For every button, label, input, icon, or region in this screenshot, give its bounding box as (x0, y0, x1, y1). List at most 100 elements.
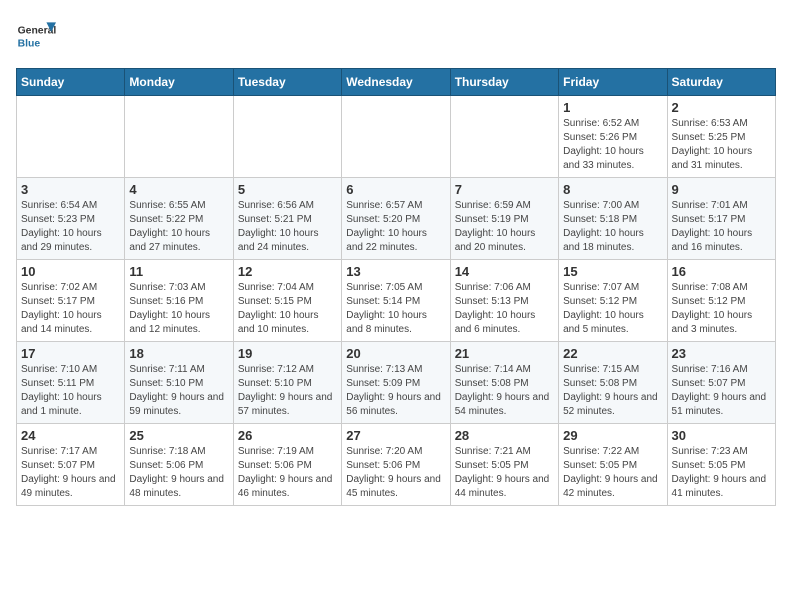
calendar-cell: 26 Sunrise: 7:19 AMSunset: 5:06 PMDayligh… (233, 424, 341, 506)
calendar-cell (450, 96, 558, 178)
day-info: Sunrise: 7:02 AMSunset: 5:17 PMDaylight:… (21, 281, 120, 337)
day-number: 27 (346, 428, 445, 443)
calendar-cell: 25 Sunrise: 7:18 AMSunset: 5:06 PMDayligh… (125, 424, 233, 506)
day-info: Sunrise: 6:55 AMSunset: 5:22 PMDaylight:… (129, 199, 228, 255)
calendar-cell: 5 Sunrise: 6:56 AMSunset: 5:21 PMDaylight… (233, 178, 341, 260)
day-info: Sunrise: 6:57 AMSunset: 5:20 PMDaylight:… (346, 199, 445, 255)
week-row-3: 10 Sunrise: 7:02 AMSunset: 5:17 PMDayligh… (17, 260, 776, 342)
day-info: Sunrise: 7:13 AMSunset: 5:09 PMDaylight:… (346, 363, 445, 419)
calendar-cell: 8 Sunrise: 7:00 AMSunset: 5:18 PMDaylight… (559, 178, 667, 260)
day-info: Sunrise: 7:08 AMSunset: 5:12 PMDaylight:… (672, 281, 771, 337)
logo-icon: General Blue (16, 16, 56, 56)
day-info: Sunrise: 7:18 AMSunset: 5:06 PMDaylight:… (129, 445, 228, 501)
calendar-cell: 13 Sunrise: 7:05 AMSunset: 5:14 PMDayligh… (342, 260, 450, 342)
calendar-cell: 15Sunrise: 7:07 AMSunset: 5:12 PMDayligh… (559, 260, 667, 342)
calendar-cell: 23 Sunrise: 7:16 AMSunset: 5:07 PMDayligh… (667, 342, 775, 424)
day-number: 30 (672, 428, 771, 443)
day-info: Sunrise: 7:06 AMSunset: 5:13 PMDaylight:… (455, 281, 554, 337)
calendar-cell: 17Sunrise: 7:10 AMSunset: 5:11 PMDayligh… (17, 342, 125, 424)
calendar-cell: 11 Sunrise: 7:03 AMSunset: 5:16 PMDayligh… (125, 260, 233, 342)
day-number: 7 (455, 182, 554, 197)
weekday-header-wednesday: Wednesday (342, 69, 450, 96)
calendar-cell: 12 Sunrise: 7:04 AMSunset: 5:15 PMDayligh… (233, 260, 341, 342)
day-number: 13 (346, 264, 445, 279)
day-number: 12 (238, 264, 337, 279)
day-number: 10 (21, 264, 120, 279)
day-number: 14 (455, 264, 554, 279)
logo: General Blue (16, 16, 60, 56)
calendar-cell: 16 Sunrise: 7:08 AMSunset: 5:12 PMDayligh… (667, 260, 775, 342)
day-number: 21 (455, 346, 554, 361)
day-info: Sunrise: 7:12 AMSunset: 5:10 PMDaylight:… (238, 363, 337, 419)
day-info: Sunrise: 7:19 AMSunset: 5:06 PMDaylight:… (238, 445, 337, 501)
calendar-cell: 19 Sunrise: 7:12 AMSunset: 5:10 PMDayligh… (233, 342, 341, 424)
day-number: 2 (672, 100, 771, 115)
day-info: Sunrise: 7:00 AMSunset: 5:18 PMDaylight:… (563, 199, 662, 255)
calendar-cell: 29 Sunrise: 7:22 AMSunset: 5:05 PMDayligh… (559, 424, 667, 506)
day-info: Sunrise: 7:15 AMSunset: 5:08 PMDaylight:… (563, 363, 662, 419)
day-number: 25 (129, 428, 228, 443)
calendar-cell: 28 Sunrise: 7:21 AMSunset: 5:05 PMDayligh… (450, 424, 558, 506)
day-number: 17 (21, 346, 120, 361)
svg-text:Blue: Blue (18, 38, 41, 49)
week-row-1: 1 Sunrise: 6:52 AMSunset: 5:26 PMDaylight… (17, 96, 776, 178)
calendar-cell (125, 96, 233, 178)
day-info: Sunrise: 7:03 AMSunset: 5:16 PMDaylight:… (129, 281, 228, 337)
weekday-header-thursday: Thursday (450, 69, 558, 96)
calendar-cell: 10 Sunrise: 7:02 AMSunset: 5:17 PMDayligh… (17, 260, 125, 342)
calendar-cell: 30 Sunrise: 7:23 AMSunset: 5:05 PMDayligh… (667, 424, 775, 506)
day-number: 3 (21, 182, 120, 197)
day-info: Sunrise: 7:16 AMSunset: 5:07 PMDaylight:… (672, 363, 771, 419)
calendar-cell: 24 Sunrise: 7:17 AMSunset: 5:07 PMDayligh… (17, 424, 125, 506)
day-number: 11 (129, 264, 228, 279)
day-number: 23 (672, 346, 771, 361)
calendar-cell: 27Sunrise: 7:20 AMSunset: 5:06 PMDayligh… (342, 424, 450, 506)
week-row-4: 17Sunrise: 7:10 AMSunset: 5:11 PMDayligh… (17, 342, 776, 424)
calendar-cell: 14 Sunrise: 7:06 AMSunset: 5:13 PMDayligh… (450, 260, 558, 342)
day-number: 28 (455, 428, 554, 443)
day-number: 1 (563, 100, 662, 115)
calendar-cell: 2 Sunrise: 6:53 AMSunset: 5:25 PMDaylight… (667, 96, 775, 178)
weekday-header-friday: Friday (559, 69, 667, 96)
day-info: Sunrise: 6:59 AMSunset: 5:19 PMDaylight:… (455, 199, 554, 255)
weekday-header-row: SundayMondayTuesdayWednesdayThursdayFrid… (17, 69, 776, 96)
calendar-cell: 20Sunrise: 7:13 AMSunset: 5:09 PMDayligh… (342, 342, 450, 424)
calendar-cell: 7 Sunrise: 6:59 AMSunset: 5:19 PMDaylight… (450, 178, 558, 260)
day-info: Sunrise: 6:56 AMSunset: 5:21 PMDaylight:… (238, 199, 337, 255)
day-number: 6 (346, 182, 445, 197)
day-info: Sunrise: 7:23 AMSunset: 5:05 PMDaylight:… (672, 445, 771, 501)
day-info: Sunrise: 6:54 AMSunset: 5:23 PMDaylight:… (21, 199, 120, 255)
day-info: Sunrise: 7:14 AMSunset: 5:08 PMDaylight:… (455, 363, 554, 419)
weekday-header-saturday: Saturday (667, 69, 775, 96)
day-info: Sunrise: 7:17 AMSunset: 5:07 PMDaylight:… (21, 445, 120, 501)
day-info: Sunrise: 7:01 AMSunset: 5:17 PMDaylight:… (672, 199, 771, 255)
calendar-cell: 22Sunrise: 7:15 AMSunset: 5:08 PMDayligh… (559, 342, 667, 424)
calendar-cell (342, 96, 450, 178)
day-number: 24 (21, 428, 120, 443)
day-info: Sunrise: 7:21 AMSunset: 5:05 PMDaylight:… (455, 445, 554, 501)
day-number: 9 (672, 182, 771, 197)
calendar-cell: 9 Sunrise: 7:01 AMSunset: 5:17 PMDaylight… (667, 178, 775, 260)
day-info: Sunrise: 7:11 AMSunset: 5:10 PMDaylight:… (129, 363, 228, 419)
calendar-cell (233, 96, 341, 178)
day-info: Sunrise: 7:05 AMSunset: 5:14 PMDaylight:… (346, 281, 445, 337)
day-info: Sunrise: 6:52 AMSunset: 5:26 PMDaylight:… (563, 117, 662, 173)
page-header: General Blue (16, 16, 776, 56)
weekday-header-tuesday: Tuesday (233, 69, 341, 96)
day-info: Sunrise: 7:04 AMSunset: 5:15 PMDaylight:… (238, 281, 337, 337)
week-row-2: 3 Sunrise: 6:54 AMSunset: 5:23 PMDaylight… (17, 178, 776, 260)
day-number: 29 (563, 428, 662, 443)
calendar-cell: 1 Sunrise: 6:52 AMSunset: 5:26 PMDaylight… (559, 96, 667, 178)
day-number: 5 (238, 182, 337, 197)
calendar-cell: 4Sunrise: 6:55 AMSunset: 5:22 PMDaylight… (125, 178, 233, 260)
day-info: Sunrise: 6:53 AMSunset: 5:25 PMDaylight:… (672, 117, 771, 173)
week-row-5: 24 Sunrise: 7:17 AMSunset: 5:07 PMDayligh… (17, 424, 776, 506)
day-number: 16 (672, 264, 771, 279)
day-number: 19 (238, 346, 337, 361)
day-info: Sunrise: 7:22 AMSunset: 5:05 PMDaylight:… (563, 445, 662, 501)
day-number: 26 (238, 428, 337, 443)
day-number: 18 (129, 346, 228, 361)
day-info: Sunrise: 7:07 AMSunset: 5:12 PMDaylight:… (563, 281, 662, 337)
weekday-header-monday: Monday (125, 69, 233, 96)
day-number: 8 (563, 182, 662, 197)
